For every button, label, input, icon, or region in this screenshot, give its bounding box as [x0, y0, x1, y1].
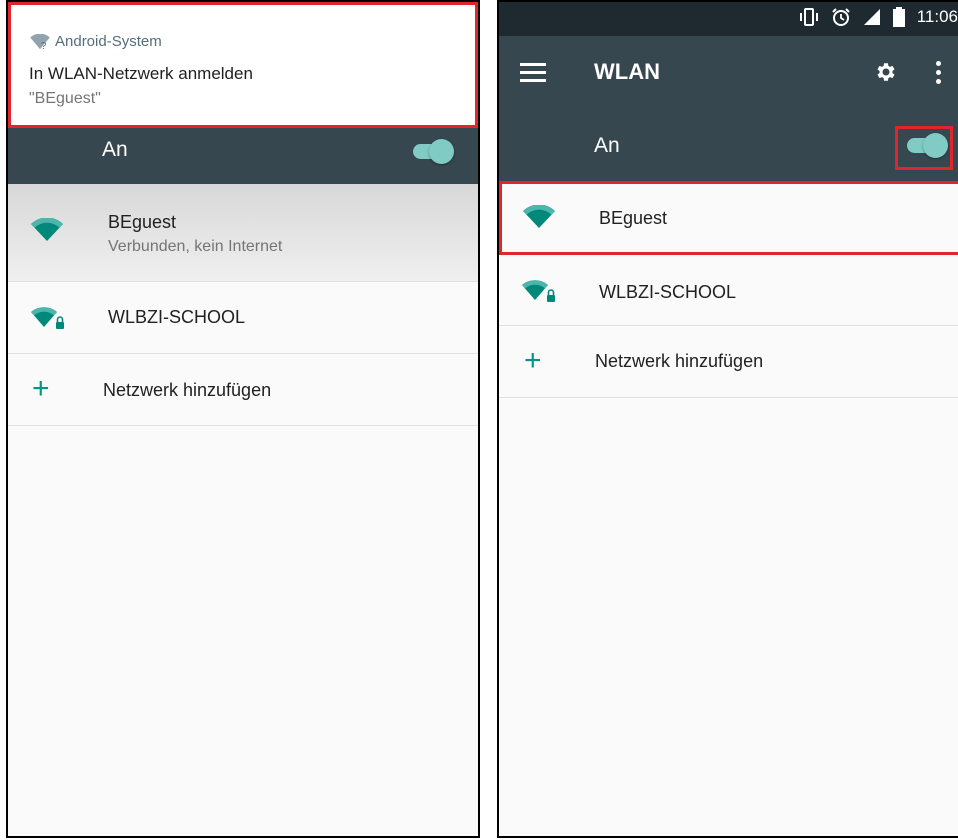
add-network-row[interactable]: + Netzwerk hinzufügen [499, 326, 958, 398]
plus-icon: + [32, 372, 50, 405]
wifi-signal-icon [523, 205, 555, 228]
menu-icon[interactable] [520, 63, 546, 83]
overflow-menu-icon[interactable] [936, 61, 942, 85]
toggle-thumb [429, 139, 454, 164]
network-row-wlbzi-school[interactable]: WLBZI-SCHOOL [8, 282, 478, 354]
signal-icon [863, 9, 880, 25]
network-status: Verbunden, kein Internet [108, 238, 283, 255]
network-name: WLBZI-SCHOOL [599, 282, 737, 302]
wifi-question-icon: ? [30, 33, 50, 50]
network-row-beguest[interactable]: BEguest [499, 181, 958, 255]
alarm-icon [832, 8, 850, 26]
master-switch-label: An [594, 134, 620, 157]
wifi-secured-icon [31, 307, 64, 329]
network-row-wlbzi-school[interactable]: WLBZI-SCHOOL [499, 255, 958, 326]
wifi-secured-icon [522, 280, 555, 302]
notification-title: In WLAN-Netzwerk anmelden [29, 64, 253, 83]
battery-icon [892, 7, 905, 27]
page-title: WLAN [594, 59, 660, 84]
captive-portal-notification[interactable]: ? Android-System In WLAN-Netzwerk anmeld… [8, 2, 478, 128]
left-screenshot: ? Android-System In WLAN-Netzwerk anmeld… [6, 0, 480, 838]
notification-text: "BEguest" [29, 90, 101, 107]
wlan-toggle-switch[interactable] [409, 136, 457, 166]
plus-icon: + [524, 344, 542, 377]
wlan-master-switch-bar[interactable]: An [8, 128, 478, 184]
network-name: BEguest [108, 212, 177, 232]
notification-app-name: Android-System [55, 33, 162, 50]
vibrate-icon [799, 8, 818, 26]
notification-app-row: ? Android-System [29, 33, 162, 50]
network-name: BEguest [599, 208, 668, 228]
add-network-label: Netzwerk hinzufügen [103, 380, 272, 400]
app-toolbar: WLAN [499, 36, 958, 109]
toggle-highlight-box [895, 126, 953, 170]
add-network-row[interactable]: + Netzwerk hinzufügen [8, 354, 478, 426]
add-network-label: Netzwerk hinzufügen [595, 351, 764, 371]
right-screenshot: 11:06 WLAN An BEguest WLBZI-SCHOOL + Net… [497, 0, 958, 838]
master-switch-label: An [102, 138, 128, 161]
settings-gear-icon[interactable] [874, 60, 898, 84]
status-time: 11:06 [916, 7, 958, 26]
wifi-signal-icon [31, 218, 63, 241]
svg-text:?: ? [41, 41, 47, 50]
wlan-master-switch-bar[interactable]: An [499, 109, 958, 181]
network-name: WLBZI-SCHOOL [108, 307, 246, 327]
status-bar: 11:06 [499, 2, 958, 36]
network-row-beguest[interactable]: BEguest Verbunden, kein Internet [8, 184, 478, 282]
